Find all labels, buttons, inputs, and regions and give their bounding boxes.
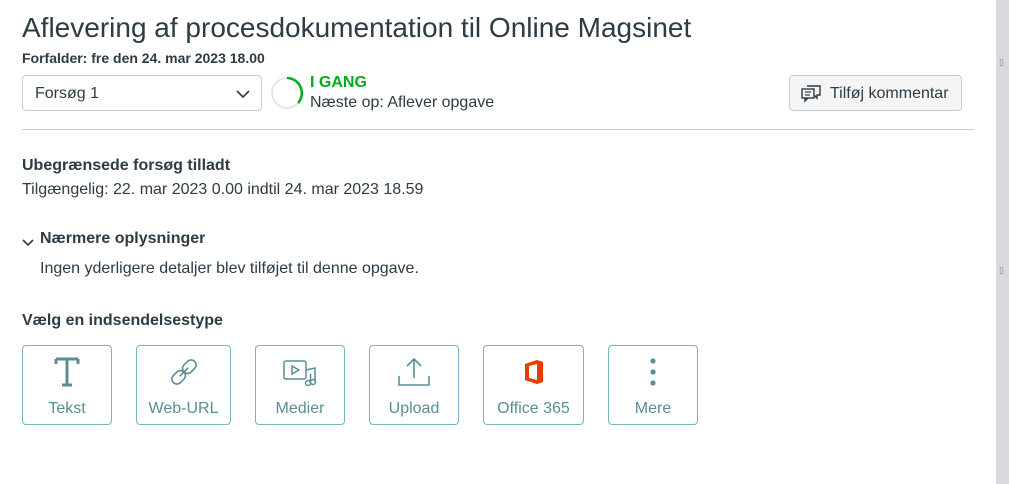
- submission-type-media-button[interactable]: Medier: [255, 345, 345, 425]
- submission-type-label: Web-URL: [148, 400, 219, 417]
- add-comment-button[interactable]: Tilføj kommentar: [789, 75, 962, 111]
- comment-icon: [801, 85, 821, 108]
- submission-type-text-button[interactable]: Tekst: [22, 345, 112, 425]
- submission-type-web-url-button[interactable]: Web-URL: [136, 345, 231, 425]
- upload-icon: [370, 354, 458, 390]
- link-icon: [137, 354, 230, 390]
- status-label: I GANG: [310, 74, 367, 91]
- add-comment-label: Tilføj kommentar: [830, 85, 949, 102]
- text-icon: [23, 354, 111, 390]
- submission-type-office365-button[interactable]: Office 365: [483, 345, 584, 425]
- page-title: Aflevering af procesdokumentation til On…: [22, 12, 692, 43]
- due-date: Forfalder: fre den 24. mar 2023 18.00: [22, 50, 265, 66]
- attempt-select-value: Forsøg 1: [35, 85, 100, 102]
- office365-icon: [484, 354, 583, 390]
- submission-type-label: Mere: [634, 400, 672, 417]
- sidebar-edge-mark: ▯: [999, 266, 1004, 276]
- progress-ring-icon: [270, 76, 304, 110]
- more-icon: [609, 354, 697, 390]
- divider: [22, 129, 974, 130]
- attempts-info: Ubegrænsede forsøg tilladt: [22, 157, 231, 174]
- details-text: Ingen yderligere detaljer blev tilføjet …: [40, 260, 419, 277]
- availability-text: Tilgængelig: 22. mar 2023 0.00 indtil 24…: [22, 181, 424, 198]
- next-step-text: Næste op: Aflever opgave: [310, 94, 495, 111]
- submission-type-label: Tekst: [48, 400, 86, 417]
- submission-type-upload-button[interactable]: Upload: [369, 345, 459, 425]
- chevron-down-icon: [235, 87, 251, 105]
- details-toggle-label: Nærmere oplysninger: [40, 230, 206, 247]
- sidebar-edge-mark: ▯: [999, 58, 1004, 68]
- submission-type-heading: Vælg en indsendelsestype: [22, 312, 223, 329]
- submission-type-label: Medier: [275, 400, 325, 417]
- media-icon: [256, 354, 344, 390]
- attempt-select[interactable]: Forsøg 1: [22, 75, 262, 111]
- assignment-panel: Aflevering af procesdokumentation til On…: [22, 0, 974, 484]
- submission-type-label: Upload: [388, 400, 440, 417]
- chevron-down-icon: [22, 234, 34, 252]
- submission-type-more-button[interactable]: Mere: [608, 345, 698, 425]
- submission-type-label: Office 365: [497, 400, 570, 417]
- right-sidebar-edge: [996, 0, 1009, 484]
